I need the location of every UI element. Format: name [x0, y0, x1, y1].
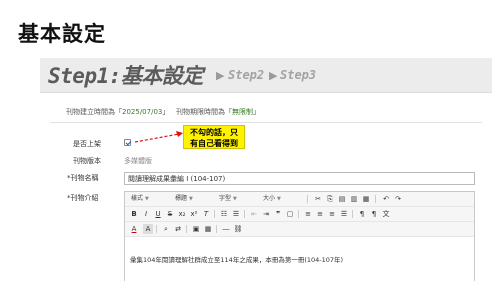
publish-limit: 無限制 [232, 108, 254, 116]
step-3[interactable]: Step3 [280, 68, 316, 82]
callout-line-2: 有自己看得到 [190, 139, 238, 148]
slide-title: 基本設定 [18, 22, 106, 46]
size-select[interactable]: 大小 ▼ [263, 194, 281, 203]
bold-icon[interactable]: B [129, 209, 139, 219]
table-icon[interactable]: ▦ [203, 224, 213, 234]
version-value: 多媒體版 [124, 157, 152, 165]
format-select[interactable]: 標題 ▼ [175, 194, 193, 203]
created-end: 」 [162, 108, 170, 116]
intro-label: *刊物介紹 [67, 194, 99, 202]
cut-icon[interactable]: ✂ [313, 194, 323, 204]
underline-icon[interactable]: U [153, 209, 163, 219]
align-left-icon[interactable]: ≡ [303, 209, 313, 219]
redo-icon[interactable]: ↷ [393, 194, 403, 204]
numbered-list-icon[interactable]: ☷ [219, 209, 229, 219]
version-label: 刊物版本 [73, 157, 101, 165]
step-current: Step1:基本設定 [48, 64, 203, 88]
editor-toolbar-row-2: B I U S x₂ x² T ☷ ☰ ⇤ ⇥ ❞ ▢ ≡ ≡ ≡ ☰ ¶ ¶ … [125, 207, 474, 222]
toolbar-separator [186, 225, 187, 233]
subscript-icon[interactable]: x₂ [177, 209, 187, 219]
toolbar-separator [244, 210, 245, 218]
ltr-icon[interactable]: ¶ [357, 209, 367, 219]
toolbar-separator [375, 195, 376, 203]
callout-note: 不勾的話，只 有自己看得到 [183, 125, 245, 149]
paste-text-icon[interactable]: ▥ [349, 194, 359, 204]
toolbar-separator [307, 195, 308, 203]
name-label: *刊物名稱 [67, 174, 99, 182]
remove-format-icon[interactable]: T [201, 209, 211, 219]
publish-label: 刊物期限時間為「 [176, 108, 233, 116]
outdent-icon[interactable]: ⇤ [249, 209, 259, 219]
text-color-icon[interactable]: A [129, 224, 139, 234]
align-center-icon[interactable]: ≡ [315, 209, 325, 219]
pointer-arrow-icon [134, 131, 183, 143]
indent-icon[interactable]: ⇥ [261, 209, 271, 219]
toolbar-separator [216, 225, 217, 233]
listing-label: 是否上架 [73, 140, 101, 148]
font-select[interactable]: 字型 ▼ [219, 194, 237, 203]
divider [50, 122, 482, 123]
callout-line-1: 不勾的話，只 [190, 128, 238, 137]
step-arrow-icon: ▶ [216, 69, 225, 82]
strikethrough-icon[interactable]: S [165, 209, 175, 219]
blockquote-icon[interactable]: ❞ [273, 209, 283, 219]
replace-icon[interactable]: ⇄ [173, 224, 183, 234]
listing-checkbox[interactable] [124, 139, 131, 146]
steps-bar: Step1:基本設定 ▶ Step2 ▶ Step3 [40, 58, 492, 93]
bullet-list-icon[interactable]: ☰ [231, 209, 241, 219]
toolbar-separator [214, 210, 215, 218]
align-right-icon[interactable]: ≡ [327, 209, 337, 219]
link-icon[interactable]: ⛓ [233, 224, 243, 234]
style-select[interactable]: 樣式 ▼ [131, 194, 149, 203]
editor-content[interactable]: 彙集104年閱讀理解社群成立至114年之成果，本冊為第一冊(104-107年) [130, 254, 343, 264]
div-icon[interactable]: ▢ [285, 209, 295, 219]
created-label: 刊物建立時間為「 [66, 108, 122, 116]
paste-word-icon[interactable]: ▦ [361, 194, 371, 204]
source-icon[interactable]: ▣ [191, 224, 201, 234]
toolbar-separator [352, 210, 353, 218]
paste-icon[interactable]: ▤ [337, 194, 347, 204]
copy-icon[interactable]: ⎘ [325, 194, 335, 204]
justify-icon[interactable]: ☰ [339, 209, 349, 219]
publication-name-input[interactable]: 閱讀理解成果彙編 I (104-107) [124, 172, 475, 185]
rich-text-editor: 樣式 ▼ 標題 ▼ 字型 ▼ 大小 ▼ ✂ ⎘ ▤ ▥ ▦ ↶ ↷ B I U S x₂… [124, 191, 475, 281]
editor-toolbar-row-1: 樣式 ▼ 標題 ▼ 字型 ▼ 大小 ▼ ✂ ⎘ ▤ ▥ ▦ ↶ ↷ [125, 192, 474, 207]
find-icon[interactable]: ⌕ [161, 224, 171, 234]
language-icon[interactable]: 文 [381, 209, 391, 219]
step-arrow-icon: ▶ [269, 69, 278, 82]
horizontal-line-icon[interactable]: ― [221, 224, 231, 234]
publication-info: 刊物建立時間為「2025/07/03」 刊物期限時間為「無限制」 [66, 107, 260, 117]
toolbar-separator [298, 210, 299, 218]
editor-toolbar-row-3: A A ⌕ ⇄ ▣ ▦ ― ⛓ [125, 222, 474, 237]
step-2[interactable]: Step2 [228, 68, 264, 82]
publish-end: 」 [253, 108, 261, 116]
background-color-icon[interactable]: A [143, 224, 153, 234]
created-date: 2025/07/03 [122, 108, 163, 116]
superscript-icon[interactable]: x² [189, 209, 199, 219]
toolbar-separator [156, 225, 157, 233]
settings-panel: Step1:基本設定 ▶ Step2 ▶ Step3 刊物建立時間為「2025/… [40, 58, 492, 281]
rtl-icon[interactable]: ¶ [369, 209, 379, 219]
undo-icon[interactable]: ↶ [381, 194, 391, 204]
italic-icon[interactable]: I [141, 209, 151, 219]
